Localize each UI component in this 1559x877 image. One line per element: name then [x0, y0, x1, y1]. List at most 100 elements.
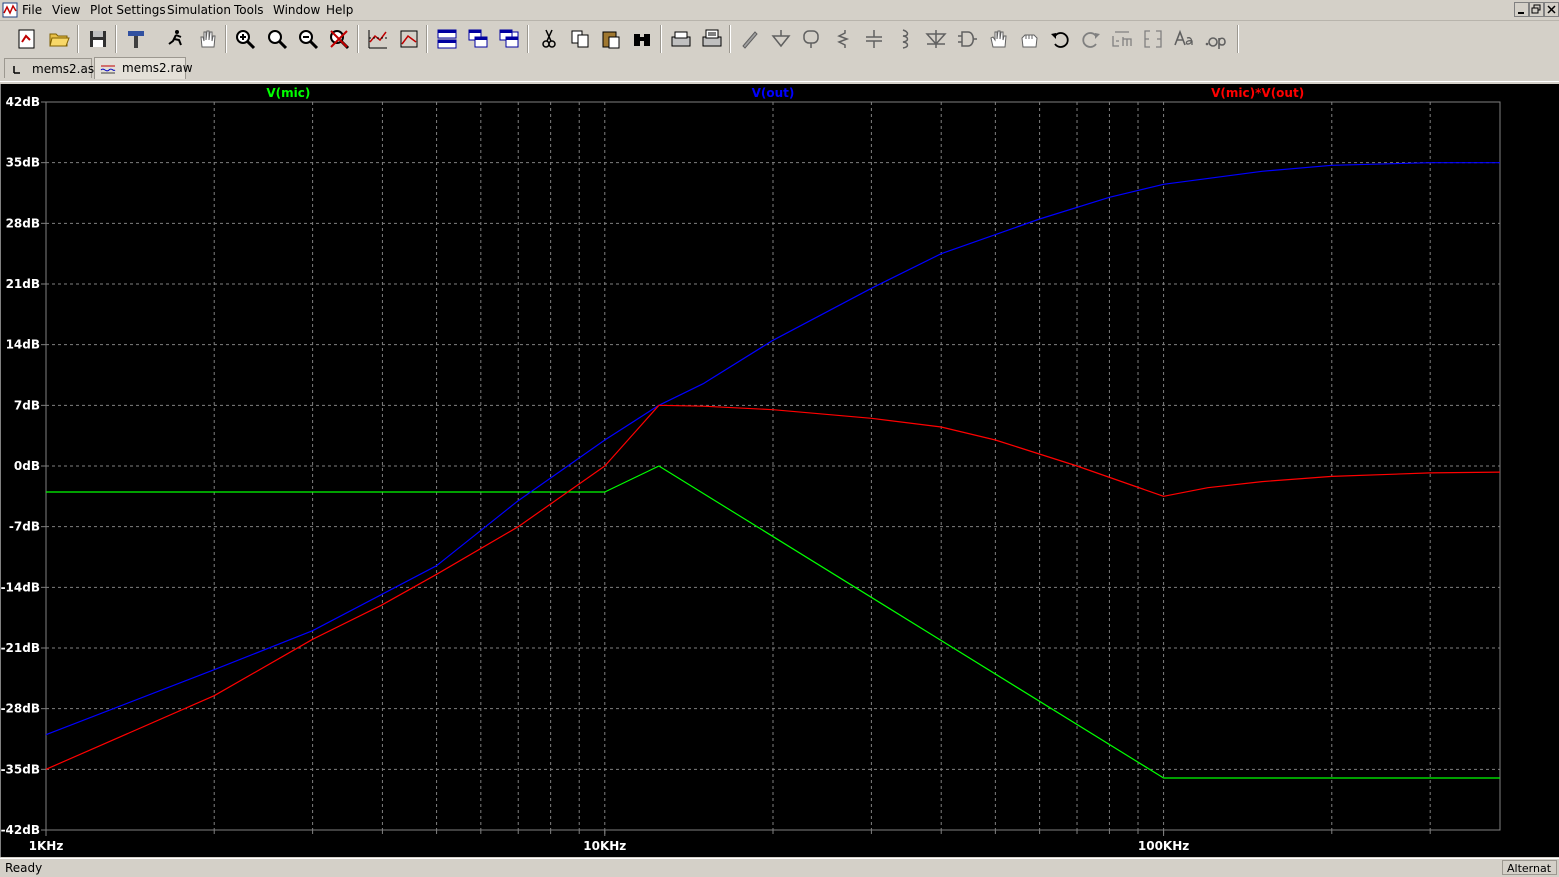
control-panel-button[interactable]: [122, 25, 150, 53]
legend-v-mic[interactable]: V(mic): [266, 86, 310, 100]
diode-icon: [925, 30, 947, 48]
save-button[interactable]: [84, 25, 112, 53]
zoom-cancel-icon: [330, 30, 350, 50]
drag-button[interactable]: [1015, 25, 1043, 53]
spice-directive-icon: [1205, 37, 1226, 49]
printer-icon: [702, 29, 722, 47]
legend-v-mic-v-out[interactable]: V(mic)*V(out): [1211, 86, 1304, 100]
restore-button[interactable]: [1529, 2, 1544, 17]
scissors-icon: [542, 29, 556, 48]
tab-mems2-raw[interactable]: mems2.raw: [94, 57, 193, 79]
bode-plot[interactable]: 42dB 35dB 28dB 21dB 14dB 7dB 0dB -7dB -14dB -21dB…: [1, 84, 1559, 857]
mirror-button[interactable]: [1139, 25, 1167, 53]
zoom-in-icon: [236, 30, 256, 50]
menu-help[interactable]: Help: [326, 3, 353, 17]
resistor-icon: [837, 30, 850, 48]
axis-ticks: [41, 101, 1431, 836]
hand-icon: [200, 30, 216, 48]
paste-button[interactable]: [597, 25, 625, 53]
spice-directive-button[interactable]: [1201, 25, 1229, 53]
ground-icon: [771, 30, 791, 48]
x-tick-label: 10KHz: [583, 839, 626, 853]
tick-labels: 42dB 35dB 28dB 21dB 14dB 7dB 0dB -7dB -14dB -21dB…: [1, 95, 1189, 853]
rotate-button[interactable]: [1108, 25, 1136, 53]
redo-button[interactable]: [1077, 25, 1105, 53]
tab-label: mems2.raw: [122, 61, 193, 75]
wire-button[interactable]: [736, 25, 764, 53]
mirror-icon: [1144, 30, 1162, 48]
halt-button[interactable]: [193, 25, 221, 53]
mark-data-button[interactable]: [395, 25, 423, 53]
open-button[interactable]: [45, 25, 73, 53]
menu-view[interactable]: View: [52, 3, 80, 17]
cascade-icon: [468, 29, 488, 48]
open-folder-icon: [49, 33, 70, 47]
y-tick-label: -7dB: [9, 520, 40, 534]
y-tick-label: 28dB: [6, 216, 40, 230]
binoculars-icon: [634, 34, 650, 46]
tile-vertical-button[interactable]: [495, 25, 523, 53]
tile-horizontal-button[interactable]: [433, 25, 461, 53]
label-net-icon: [803, 30, 819, 48]
y-tick-label: -14dB: [1, 580, 40, 594]
inductor-button[interactable]: [891, 25, 919, 53]
text-icon: [1174, 29, 1193, 46]
running-man-icon: [168, 30, 182, 46]
move-button[interactable]: [984, 25, 1012, 53]
menu-file[interactable]: File: [22, 3, 42, 17]
close-icon: [1547, 5, 1556, 14]
zoom-cancel-button[interactable]: [325, 25, 353, 53]
run-button[interactable]: [161, 25, 189, 53]
text-button[interactable]: [1170, 25, 1198, 53]
zoom-extents-button[interactable]: [263, 25, 291, 53]
copy-button[interactable]: [566, 25, 594, 53]
copy-icon: [571, 30, 589, 48]
ground-button[interactable]: [767, 25, 795, 53]
tab-mems2-asc[interactable]: mems2.asc: [4, 58, 101, 78]
toolbar-separator: [115, 25, 117, 53]
legend-v-out[interactable]: V(out): [752, 86, 795, 100]
print-setup-icon: [671, 31, 691, 47]
inductor-icon: [902, 29, 909, 49]
x-tick-label: 100KHz: [1138, 839, 1189, 853]
new-schematic-button[interactable]: [13, 25, 41, 53]
resistor-button[interactable]: [829, 25, 857, 53]
zoom-out-button[interactable]: [294, 25, 322, 53]
diode-button[interactable]: [922, 25, 950, 53]
minimize-button[interactable]: [1514, 2, 1529, 17]
toolbar-separator: [357, 25, 359, 53]
toolbar-separator: [426, 25, 428, 53]
print-button[interactable]: [698, 25, 726, 53]
capacitor-button[interactable]: [860, 25, 888, 53]
grid-lines: [46, 102, 1500, 830]
cascade-button[interactable]: [464, 25, 492, 53]
menu-simulation[interactable]: Simulation: [167, 3, 231, 17]
y-tick-label: 35dB: [6, 156, 40, 170]
waveform-plot-pane[interactable]: 42dB 35dB 28dB 21dB 14dB 7dB 0dB -7dB -14dB -21dB…: [0, 84, 1559, 857]
print-setup-button[interactable]: [667, 25, 695, 53]
cut-button[interactable]: [535, 25, 563, 53]
zoom-extents-icon: [268, 30, 288, 50]
label-net-button[interactable]: [798, 25, 826, 53]
pencil-icon: [742, 31, 758, 49]
redo-icon: [1082, 32, 1100, 48]
open-hand-icon: [990, 30, 1007, 48]
toolbar-separator: [729, 25, 731, 53]
minimize-icon: [1518, 12, 1524, 14]
toolbar-separator: [225, 25, 227, 53]
y-tick-label: 21dB: [6, 277, 40, 291]
menu-window[interactable]: Window: [273, 3, 320, 17]
toolbar: [0, 21, 1559, 58]
ltspice-app-icon[interactable]: [2, 2, 18, 18]
autorange-button[interactable]: [364, 25, 392, 53]
zoom-in-button[interactable]: [231, 25, 259, 53]
component-button[interactable]: [953, 25, 981, 53]
find-button[interactable]: [628, 25, 656, 53]
undo-button[interactable]: [1046, 25, 1074, 53]
menu-plot-settings[interactable]: Plot Settings: [90, 3, 166, 17]
y-tick-label: 7dB: [14, 398, 40, 412]
capacitor-icon: [866, 30, 882, 48]
paste-icon: [602, 31, 620, 49]
close-button[interactable]: [1544, 2, 1559, 17]
menu-tools[interactable]: Tools: [234, 3, 264, 17]
